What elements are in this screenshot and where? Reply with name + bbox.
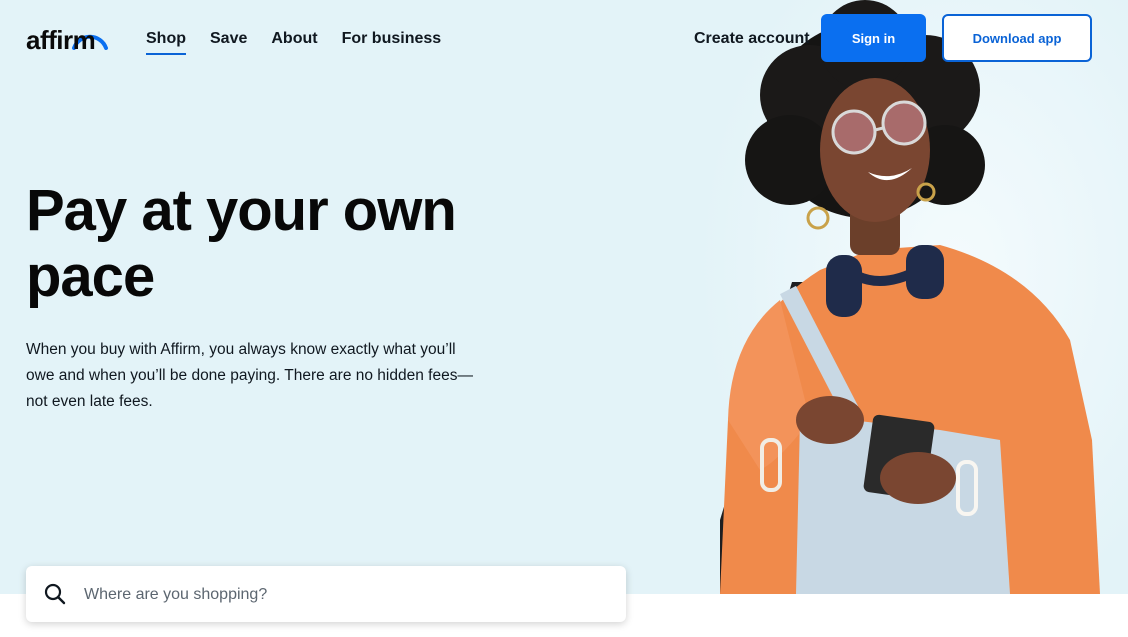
sign-in-button[interactable]: Sign in xyxy=(821,14,926,62)
search-input[interactable] xyxy=(82,576,606,614)
download-app-button[interactable]: Download app xyxy=(942,14,1092,62)
hero-description: When you buy with Affirm, you always kno… xyxy=(26,341,473,410)
hero-person-image xyxy=(700,0,1128,594)
create-account-link[interactable]: Create account xyxy=(694,29,810,49)
store-search-bar[interactable] xyxy=(26,566,626,622)
nav-item-save[interactable]: Save xyxy=(210,29,247,53)
search-icon xyxy=(44,583,66,605)
logo-wordmark: affirm xyxy=(26,25,96,55)
hero-headline: Pay at your own pace xyxy=(26,178,457,309)
nav-item-for-business[interactable]: For business xyxy=(342,29,442,53)
affirm-logo[interactable]: affirm xyxy=(26,14,114,54)
nav-item-shop[interactable]: Shop xyxy=(146,29,186,55)
nav-item-about[interactable]: About xyxy=(271,29,317,53)
hero-section: affirm Shop Save About For business Crea… xyxy=(0,0,1128,594)
main-nav: Shop Save About For business xyxy=(146,29,465,55)
